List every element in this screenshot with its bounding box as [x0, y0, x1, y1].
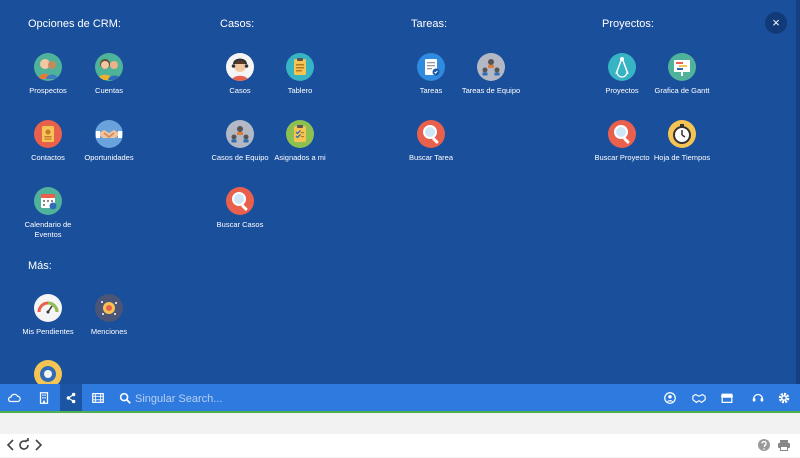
- menu-item-prospectos[interactable]: Prospectos: [16, 53, 80, 96]
- tasks-icon: [417, 53, 445, 81]
- film-icon[interactable]: [87, 384, 109, 411]
- section-title-tasks: Tareas:: [411, 18, 448, 30]
- menu-item-label: Mis Pendientes: [22, 327, 74, 336]
- menu-item-cuentas[interactable]: Cuentas: [77, 53, 141, 96]
- menu-item-label: Oportunidades: [84, 153, 134, 162]
- section-title-more: Más:: [28, 260, 52, 272]
- menu-item-label: Tareas: [419, 86, 443, 95]
- gantt-icon: [668, 53, 696, 81]
- support-icon[interactable]: [747, 384, 769, 411]
- menu-item-label: Buscar Proyecto: [594, 153, 650, 162]
- menu-item-buscar-proyecto[interactable]: Buscar Proyecto: [590, 120, 654, 163]
- menu-item-gantt[interactable]: Grafica de Gantt: [650, 53, 714, 96]
- partial-icon: [34, 360, 62, 384]
- menu-item-tareas-equipo[interactable]: Tareas de Equipo: [459, 53, 523, 96]
- menu-scrollbar[interactable]: [796, 0, 800, 384]
- taskbar: [0, 384, 800, 413]
- menu-item-label: Cuentas: [95, 86, 123, 95]
- menu-item-label: Buscar Tarea: [408, 153, 454, 162]
- help-icon[interactable]: [757, 437, 771, 453]
- board-icon: [286, 53, 314, 81]
- calendar-icon: [34, 187, 62, 215]
- menu-item-label: Asignados a mi: [274, 153, 326, 162]
- section-title-projects: Proyectos:: [602, 18, 654, 30]
- team-tasks-icon: [477, 53, 505, 81]
- menu-item-asignados[interactable]: Asignados a mi: [268, 120, 332, 163]
- opportunities-icon: [95, 120, 123, 148]
- search-task-icon: [417, 120, 445, 148]
- menu-item-casos-equipo[interactable]: Casos de Equipo: [208, 120, 272, 163]
- assigned-icon: [286, 120, 314, 148]
- menu-item-buscar-tarea[interactable]: Buscar Tarea: [399, 120, 463, 163]
- close-menu-button[interactable]: ×: [765, 12, 787, 34]
- menu-item-hoja-tiempos[interactable]: Hoja de Tiempos: [650, 120, 714, 163]
- timesheet-icon: [668, 120, 696, 148]
- chevron-right-icon[interactable]: [31, 437, 45, 453]
- prospects-icon: [34, 53, 62, 81]
- menu-item-tareas[interactable]: Tareas: [399, 53, 463, 96]
- pending-gauge-icon: [34, 294, 62, 322]
- menu-item-label: Calendario de Eventos: [24, 220, 72, 239]
- menu-item-label: Hoja de Tiempos: [653, 153, 711, 162]
- bottom-nav-bar: [0, 434, 800, 457]
- cloud-icon[interactable]: [3, 384, 25, 411]
- accounts-icon: [95, 53, 123, 81]
- search-cases-icon: [226, 187, 254, 215]
- section-title-crm: Opciones de CRM:: [28, 18, 121, 30]
- menu-item-label: Tablero: [287, 86, 313, 95]
- user-icon[interactable]: [659, 384, 681, 411]
- menu-item-contactos[interactable]: Contactos: [16, 120, 80, 163]
- print-icon[interactable]: [777, 437, 791, 453]
- menu-item-casos[interactable]: Casos: [208, 53, 272, 96]
- menu-item-label: Proyectos: [605, 86, 639, 95]
- share-icon[interactable]: [60, 384, 82, 411]
- chevron-left-icon[interactable]: [4, 437, 18, 453]
- menu-item-label: Menciones: [90, 327, 128, 336]
- gear-icon[interactable]: [773, 384, 795, 411]
- handshake-icon[interactable]: [688, 384, 710, 411]
- projects-icon: [608, 53, 636, 81]
- menu-item-label: Casos de Equipo: [211, 153, 269, 162]
- reload-icon[interactable]: [17, 437, 31, 453]
- search-input[interactable]: [133, 389, 239, 408]
- building-icon[interactable]: [33, 384, 55, 411]
- menu-item-label: Casos: [229, 86, 251, 95]
- menu-item-label: Grafica de Gantt: [654, 86, 710, 95]
- menu-item-menciones[interactable]: Menciones: [77, 294, 141, 337]
- menu-item-partial[interactable]: [16, 360, 80, 384]
- search-project-icon: [608, 120, 636, 148]
- menu-item-oportunidades[interactable]: Oportunidades: [77, 120, 141, 163]
- store-icon[interactable]: [716, 384, 738, 411]
- menu-item-label: Contactos: [31, 153, 65, 162]
- menu-item-label: Tareas de Equipo: [461, 86, 521, 95]
- menu-item-mis-pendientes[interactable]: Mis Pendientes: [16, 294, 80, 337]
- menu-item-calendario[interactable]: Calendario de Eventos: [16, 187, 80, 240]
- menu-item-buscar-casos[interactable]: Buscar Casos: [208, 187, 272, 230]
- main-menu-panel: × Opciones de CRM: Casos: Tareas: Proyec…: [0, 0, 800, 384]
- section-title-cases: Casos:: [220, 18, 255, 30]
- cases-icon: [226, 53, 254, 81]
- mentions-icon: [95, 294, 123, 322]
- menu-item-tablero[interactable]: Tablero: [268, 53, 332, 96]
- team-cases-icon: [226, 120, 254, 148]
- contacts-icon: [34, 120, 62, 148]
- menu-item-label: Buscar Casos: [216, 220, 264, 229]
- menu-item-proyectos[interactable]: Proyectos: [590, 53, 654, 96]
- menu-item-label: Prospectos: [29, 86, 67, 95]
